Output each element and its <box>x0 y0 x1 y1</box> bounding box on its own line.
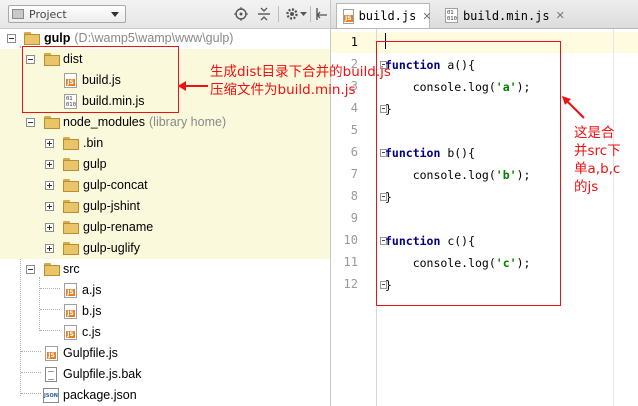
collapse-toggle-icon[interactable] <box>26 118 35 127</box>
tree-item-library-hint: (library home) <box>149 115 227 129</box>
project-view-label: Project <box>29 7 67 21</box>
tree-item-label: c.js <box>82 325 101 339</box>
line-number: 10 <box>343 233 358 247</box>
text-file-icon <box>45 367 57 382</box>
annotation-note-dist-line1: 生成dist目录下合并的build.js <box>210 64 391 80</box>
collapse-toggle-icon[interactable] <box>26 265 35 274</box>
tree-item-label: gulp-concat <box>83 178 148 192</box>
tree-item-label: a.js <box>82 283 102 297</box>
folder-icon <box>44 263 60 276</box>
line-number: 12 <box>343 277 358 291</box>
tree-item-gulp-jshint[interactable]: gulp-jshint <box>0 196 330 217</box>
line-number: 5 <box>350 123 358 137</box>
tree-item-label: .bin <box>83 136 104 150</box>
tree-item-gulp-uglify[interactable]: gulp-uglify <box>0 238 330 259</box>
tree-item-bin[interactable]: .bin <box>0 133 330 154</box>
tab-build-js[interactable]: JS build.js ✕ <box>336 3 432 28</box>
project-view-selector[interactable]: Project <box>8 5 126 23</box>
close-icon[interactable]: ✕ <box>422 10 431 23</box>
tree-item-a-js[interactable]: JS a.js <box>0 280 330 301</box>
tree-item-label: src <box>63 262 80 276</box>
annotation-note-code-line4: 的js <box>574 179 599 195</box>
toolbar-divider <box>278 6 279 22</box>
expand-toggle-icon[interactable] <box>45 181 54 190</box>
tree-item-gulpfile-bak[interactable]: Gulpfile.js.bak <box>0 364 330 385</box>
chevron-down-icon <box>111 11 119 17</box>
js-file-icon: JS <box>343 8 354 24</box>
tab-build-min-js[interactable]: 01 010 build.min.js ✕ <box>439 3 565 28</box>
right-margin-guide <box>613 29 614 406</box>
tree-item-gulpfile-js[interactable]: JS Gulpfile.js <box>0 343 330 364</box>
tree-item-node-modules[interactable]: node_modules (library home) <box>0 112 330 133</box>
js-file-icon: JS <box>45 346 58 361</box>
annotation-box-code <box>376 41 561 306</box>
folder-icon <box>63 221 79 234</box>
annotation-note-code-line2: 并src下 <box>574 143 621 159</box>
folder-icon <box>63 158 79 171</box>
annotation-arrow-left <box>178 81 208 91</box>
tree-item-label: Gulpfile.js.bak <box>63 367 142 381</box>
tree-item-label: gulp-rename <box>83 220 154 234</box>
json-file-icon: JSON <box>43 388 59 403</box>
annotation-note-dist-line2: 压缩文件为build.min.js <box>210 82 356 98</box>
gear-dropdown-icon[interactable] <box>299 6 307 22</box>
tree-item-label: b.js <box>82 304 102 318</box>
tree-item-gulp-rename[interactable]: gulp-rename <box>0 217 330 238</box>
tree-item-package-json[interactable]: JSON package.json <box>0 385 330 406</box>
line-number: 11 <box>343 255 358 269</box>
tree-item-path-hint: (D:\wamp5\wamp\www\gulp) <box>74 31 234 45</box>
close-icon[interactable]: ✕ <box>556 9 565 22</box>
expand-toggle-icon[interactable] <box>45 160 54 169</box>
folder-icon <box>63 179 79 192</box>
tab-label: build.min.js <box>462 8 550 23</box>
expand-toggle-icon[interactable] <box>45 223 54 232</box>
folder-icon <box>44 116 60 129</box>
annotation-note-code-line3: 单a,b,c <box>574 161 621 177</box>
tree-item-label: gulp-jshint <box>83 199 140 213</box>
tab-label: build.js <box>358 9 417 23</box>
line-number: 7 <box>350 167 358 181</box>
project-toolbar: Project <box>0 0 330 29</box>
expand-toggle-icon[interactable] <box>45 244 54 253</box>
folder-icon <box>24 32 40 45</box>
js-file-icon: JS <box>64 304 77 319</box>
tree-item-label: gulp <box>44 31 71 45</box>
collapse-all-icon[interactable] <box>256 6 272 22</box>
tree-item-label: node_modules <box>63 115 146 129</box>
line-number: 8 <box>350 189 358 203</box>
tree-item-c-js[interactable]: JS c.js <box>0 322 330 343</box>
toolbar-divider-2 <box>310 6 311 22</box>
annotation-box-dist <box>22 46 179 113</box>
line-number: 4 <box>350 101 358 115</box>
tree-item-label: gulp <box>83 157 107 171</box>
js-file-icon: JS <box>64 325 77 340</box>
expand-toggle-icon[interactable] <box>45 139 54 148</box>
project-view-icon <box>12 9 24 19</box>
folder-icon <box>63 242 79 255</box>
tree-item-gulp-module[interactable]: gulp <box>0 154 330 175</box>
folder-icon <box>63 200 79 213</box>
line-number: 1 <box>350 35 358 49</box>
tree-item-label: Gulpfile.js <box>63 346 118 360</box>
tree-item-src[interactable]: src <box>0 259 330 280</box>
js-file-icon: JS <box>64 283 77 298</box>
annotation-arrow-right <box>562 96 585 119</box>
editor-tab-bar: JS build.js ✕ 01 010 build.min.js ✕ <box>331 0 638 29</box>
binary-file-icon: 01 010 <box>445 8 458 23</box>
hide-panel-icon[interactable] <box>314 6 330 22</box>
line-number: 6 <box>350 145 358 159</box>
tree-item-gulp-concat[interactable]: gulp-concat <box>0 175 330 196</box>
collapse-toggle-icon[interactable] <box>7 34 16 43</box>
tree-item-label: package.json <box>63 388 137 402</box>
crosshair-icon[interactable] <box>233 6 249 22</box>
tree-item-label: gulp-uglify <box>83 241 140 255</box>
expand-toggle-icon[interactable] <box>45 202 54 211</box>
gear-icon[interactable] <box>284 6 300 22</box>
annotation-note-code-line1: 这是合 <box>574 125 615 141</box>
tree-item-b-js[interactable]: JS b.js <box>0 301 330 322</box>
folder-icon <box>63 137 79 150</box>
line-number: 9 <box>350 211 358 225</box>
